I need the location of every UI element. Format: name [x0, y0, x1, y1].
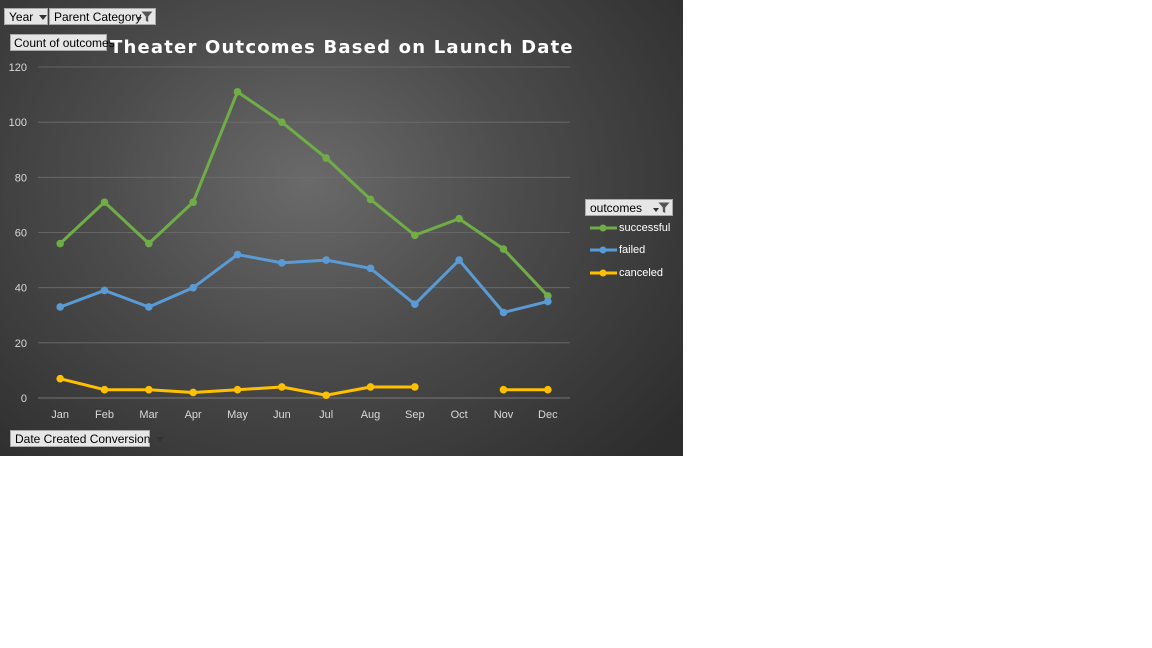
data-point-failed	[100, 286, 109, 295]
data-point-failed	[189, 283, 197, 292]
legend-field-button[interactable]: outcomes	[585, 199, 673, 216]
data-point-successful	[189, 198, 197, 206]
data-point-failed	[322, 256, 330, 264]
y-tick-label: 40	[15, 283, 27, 295]
data-point-failed	[56, 303, 64, 311]
data-point-canceled	[322, 391, 330, 400]
plot-area: 0 20 40 60 80 100 120 Jan Feb Mar Apr May Jun Jul Aug S…	[9, 62, 570, 421]
legend-label: canceled	[619, 267, 664, 279]
legend-field-label: outcomes	[590, 201, 643, 215]
data-point-failed	[278, 259, 286, 267]
y-tick-label: 60	[15, 228, 27, 240]
data-point-canceled	[56, 374, 64, 383]
x-tick-label: May	[227, 409, 248, 421]
data-point-failed	[544, 297, 552, 306]
data-point-canceled	[145, 385, 153, 394]
data-point-canceled	[499, 385, 508, 394]
legend-swatch	[590, 224, 617, 232]
x-tick-label: Mar	[139, 409, 158, 421]
data-point-failed	[233, 250, 242, 259]
data-point-successful	[366, 195, 375, 204]
data-point-canceled	[544, 385, 552, 394]
legend-swatch-marker	[599, 269, 607, 277]
legend-swatch	[590, 246, 617, 254]
data-point-successful	[278, 118, 286, 126]
x-tick-label: Jun	[273, 409, 291, 421]
x-tick-label: Jul	[319, 409, 333, 421]
x-tick-label: Sep	[405, 409, 425, 421]
legend-swatch	[590, 269, 617, 277]
data-point-successful	[233, 88, 242, 96]
x-tick-label: Oct	[451, 409, 468, 421]
pivot-chart: Year Parent Category Count of outcomes T…	[0, 0, 683, 456]
x-tick-label: Jan	[51, 409, 69, 421]
x-tick-label: Aug	[361, 409, 381, 421]
data-point-canceled	[278, 383, 286, 391]
data-point-successful	[455, 214, 463, 223]
y-tick-label: 80	[15, 172, 27, 184]
legend-label: failed	[619, 244, 646, 256]
y-tick-label: 120	[9, 62, 27, 74]
data-point-failed	[499, 308, 508, 317]
x-tick-label: Apr	[185, 409, 202, 421]
x-tick-label: Dec	[538, 409, 558, 421]
data-point-successful	[100, 198, 109, 206]
series-line-failed	[58, 253, 550, 314]
legend-swatch-marker	[599, 246, 607, 254]
y-tick-label: 0	[21, 393, 27, 405]
data-point-canceled	[100, 385, 109, 394]
legend-swatch-marker	[599, 224, 607, 232]
data-point-canceled	[189, 388, 197, 397]
data-point-successful	[145, 239, 153, 248]
data-point-successful	[322, 154, 330, 162]
data-point-failed	[366, 264, 375, 273]
y-tick-label: 100	[9, 117, 27, 129]
y-tick-label: 20	[15, 338, 27, 350]
data-point-canceled	[411, 383, 419, 391]
filter-funnel-icon	[658, 202, 670, 213]
x-tick-label: Nov	[494, 409, 514, 421]
axis-field-label: Date Created Conversion	[15, 432, 151, 446]
data-point-canceled	[233, 385, 242, 394]
data-point-failed	[145, 303, 153, 311]
x-tick-label: Feb	[95, 409, 114, 421]
axis-field-button[interactable]: Date Created Conversion	[10, 430, 165, 447]
data-point-failed	[411, 300, 419, 309]
data-point-canceled	[366, 383, 375, 391]
data-point-failed	[455, 256, 463, 264]
data-point-successful	[499, 245, 508, 253]
dropdown-arrow-icon	[156, 437, 165, 443]
legend-label: successful	[619, 222, 671, 234]
data-point-successful	[56, 239, 64, 248]
data-point-successful	[411, 231, 419, 240]
